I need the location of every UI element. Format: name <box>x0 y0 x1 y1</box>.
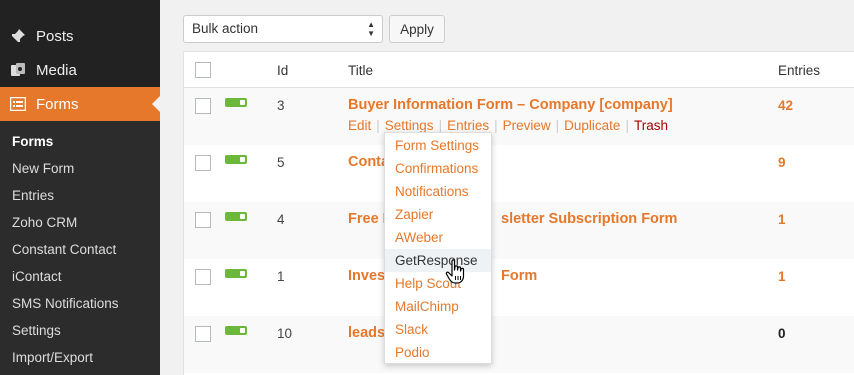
row-checkbox[interactable] <box>195 98 211 114</box>
pin-icon <box>0 28 36 44</box>
forms-icon <box>0 97 36 111</box>
active-toggle[interactable] <box>225 212 247 221</box>
submenu-entries[interactable]: Entries <box>12 188 54 203</box>
dropdown-help-scout[interactable]: Help Scout <box>385 272 491 295</box>
action-duplicate[interactable]: Duplicate <box>564 118 620 133</box>
submenu-icontact[interactable]: iContact <box>12 269 62 284</box>
dropdown-podio[interactable]: Podio <box>385 341 491 364</box>
table-row: 10 leads 0 <box>184 316 854 373</box>
menu-media-label: Media <box>36 61 77 79</box>
row-title[interactable]: Conta <box>348 154 389 170</box>
forms-submenu: Forms New Form Entries Zoho CRM Constant… <box>0 121 160 375</box>
row-id: 3 <box>277 98 285 113</box>
column-entries[interactable]: Entries <box>778 63 820 78</box>
submenu-new-form[interactable]: New Form <box>12 161 74 176</box>
table-row: 1 Invest Form 1 <box>184 259 854 316</box>
row-checkbox[interactable] <box>195 326 211 342</box>
row-actions: Edit | Settings | Entries | Preview | Duplicate |… <box>348 118 668 133</box>
row-id: 5 <box>277 155 285 170</box>
active-toggle[interactable] <box>225 98 247 107</box>
dropdown-confirmations[interactable]: Confirmations <box>385 157 491 180</box>
main-content: Bulk action ▲ ▼ Apply Id Title Entries 3 … <box>160 0 854 375</box>
row-entries[interactable]: 1 <box>778 212 786 227</box>
menu-forms-label: Forms <box>36 95 79 113</box>
menu-posts-label: Posts <box>36 27 74 45</box>
dropdown-mailchimp[interactable]: MailChimp <box>385 295 491 318</box>
column-id[interactable]: Id <box>277 63 288 78</box>
table-header: Id Title Entries <box>184 52 854 88</box>
row-title[interactable]: Buyer Information Form – Company [compan… <box>348 97 673 113</box>
menu-posts[interactable]: Posts <box>0 19 160 53</box>
column-title[interactable]: Title <box>348 63 373 78</box>
row-id: 1 <box>277 269 285 284</box>
dropdown-form-settings[interactable]: Form Settings <box>385 134 491 157</box>
dropdown-aweber[interactable]: AWeber <box>385 226 491 249</box>
select-arrows-icon: ▲ ▼ <box>367 20 375 38</box>
table-row: 3 Buyer Information Form – Company [comp… <box>184 88 854 145</box>
row-entries[interactable]: 0 <box>778 326 786 341</box>
top-divider <box>180 0 380 2</box>
row-entries[interactable]: 9 <box>778 155 786 170</box>
row-title[interactable]: leads <box>348 325 385 341</box>
dropdown-zapier[interactable]: Zapier <box>385 203 491 226</box>
dropdown-getresponse[interactable]: GetResponse <box>385 249 491 272</box>
bulk-action-value: Bulk action <box>192 21 259 36</box>
action-edit[interactable]: Edit <box>348 118 371 133</box>
action-preview[interactable]: Preview <box>503 118 551 133</box>
settings-dropdown: Form Settings Confirmations Notification… <box>384 132 492 364</box>
active-toggle[interactable] <box>225 326 247 335</box>
row-id: 10 <box>277 326 293 341</box>
row-title-tail[interactable]: sletter Subscription Form <box>501 211 677 227</box>
hand-cursor-icon <box>445 259 467 288</box>
dropdown-notifications[interactable]: Notifications <box>385 180 491 203</box>
forms-table: Id Title Entries 3 Buyer Information For… <box>183 51 854 375</box>
apply-button[interactable]: Apply <box>389 15 445 43</box>
submenu-zoho-crm[interactable]: Zoho CRM <box>12 215 77 230</box>
submenu-import-export[interactable]: Import/Export <box>12 350 93 365</box>
submenu-settings[interactable]: Settings <box>12 323 61 338</box>
select-all-checkbox[interactable] <box>195 62 211 78</box>
menu-media[interactable]: Media <box>0 53 160 87</box>
row-checkbox[interactable] <box>195 269 211 285</box>
row-id: 4 <box>277 212 285 227</box>
dropdown-slack[interactable]: Slack <box>385 318 491 341</box>
action-entries[interactable]: Entries <box>447 118 489 133</box>
row-checkbox[interactable] <box>195 212 211 228</box>
action-settings[interactable]: Settings <box>385 118 434 133</box>
active-toggle[interactable] <box>225 269 247 278</box>
submenu-constant-contact[interactable]: Constant Contact <box>12 242 116 257</box>
admin-sidebar: Posts Media Forms Forms New Form Entries… <box>0 0 160 375</box>
action-trash[interactable]: Trash <box>634 118 668 133</box>
row-entries[interactable]: 42 <box>778 98 793 113</box>
table-row: 4 Free F sletter Subscription Form 1 <box>184 202 854 259</box>
menu-forms[interactable]: Forms <box>0 87 160 121</box>
active-toggle[interactable] <box>225 155 247 164</box>
row-entries[interactable]: 1 <box>778 269 786 284</box>
row-checkbox[interactable] <box>195 155 211 171</box>
submenu-sms-notifications[interactable]: SMS Notifications <box>12 296 119 311</box>
row-title-tail[interactable]: Form <box>501 268 537 284</box>
submenu-forms[interactable]: Forms <box>12 134 53 149</box>
table-row: 5 Conta 9 <box>184 145 854 202</box>
bulk-action-select[interactable]: Bulk action ▲ ▼ <box>183 15 383 43</box>
media-icon <box>0 62 36 78</box>
